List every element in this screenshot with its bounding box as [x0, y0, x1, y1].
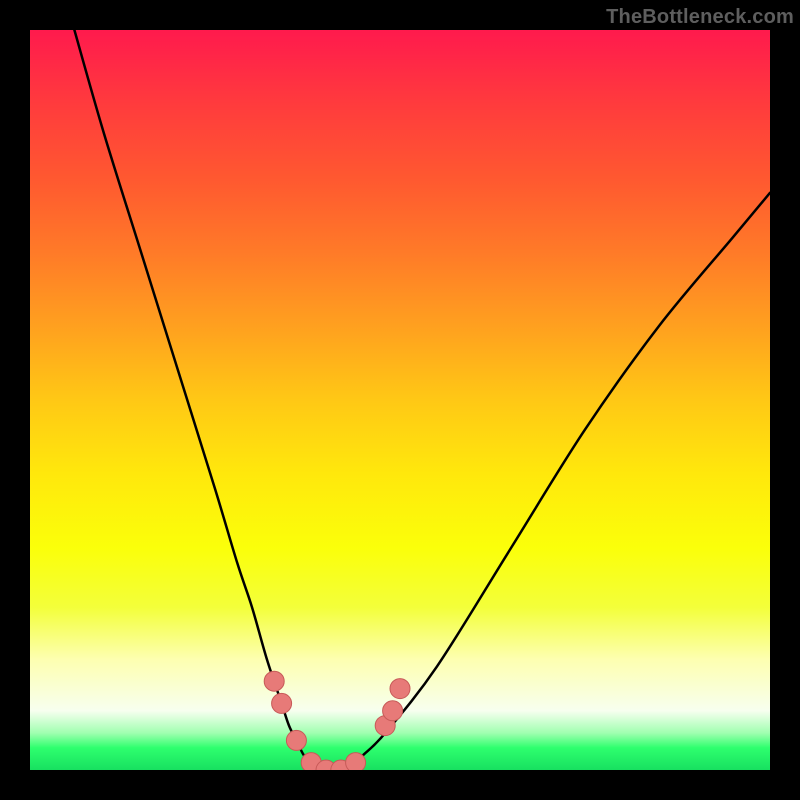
marker-6 — [331, 760, 351, 770]
marker-2 — [272, 693, 292, 713]
curve-layer — [30, 30, 770, 770]
marker-4 — [301, 753, 321, 770]
marker-8 — [375, 716, 395, 736]
marker-9 — [383, 701, 403, 721]
marker-1 — [264, 671, 284, 691]
marker-7 — [346, 753, 366, 770]
plot-area — [30, 30, 770, 770]
marker-3 — [286, 730, 306, 750]
bottleneck-curve — [74, 30, 770, 770]
marker-10 — [390, 679, 410, 699]
chart-frame: TheBottleneck.com — [0, 0, 800, 800]
watermark-text: TheBottleneck.com — [606, 6, 794, 29]
marker-5 — [316, 760, 336, 770]
